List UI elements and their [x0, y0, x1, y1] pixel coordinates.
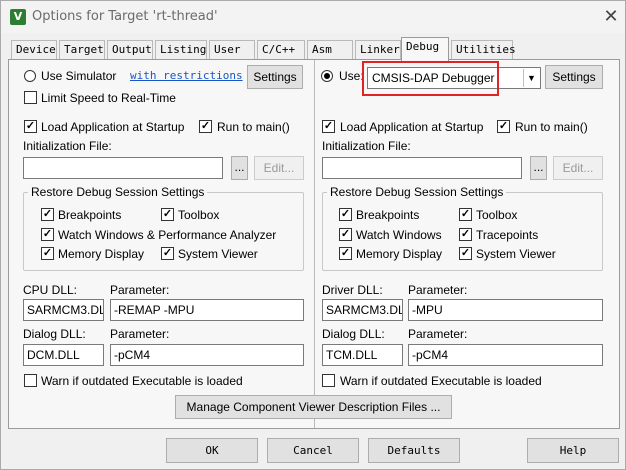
right-toolbox-checkbox[interactable]: ✓ — [459, 208, 472, 221]
left-toolbox-label: Toolbox — [178, 208, 220, 222]
right-watch-checkbox[interactable]: ✓ — [339, 228, 352, 241]
left-init-file-input[interactable] — [23, 157, 223, 179]
right-dialog-dll-input[interactable]: TCM.DLL — [322, 344, 403, 366]
tab-output[interactable]: Output — [107, 40, 153, 60]
limit-speed-label: Limit Speed to Real-Time — [41, 91, 176, 105]
left-warn-label: Warn if outdated Executable is loaded — [41, 374, 243, 388]
left-load-app-label: Load Application at Startup — [41, 120, 185, 134]
cpu-parameter-label: Parameter: — [110, 283, 170, 297]
use-simulator-radio[interactable] — [24, 70, 36, 82]
left-run-to-main-checkbox[interactable]: ✓ — [199, 120, 212, 133]
right-warn-checkbox[interactable] — [322, 374, 335, 387]
right-init-file-input[interactable] — [322, 157, 522, 179]
chevron-down-icon[interactable]: ▼ — [523, 69, 539, 87]
right-restore-group-title: Restore Debug Session Settings — [327, 185, 507, 199]
use-debugger-radio[interactable] — [321, 70, 333, 82]
right-system-viewer-label: System Viewer — [476, 247, 556, 261]
tab-linker[interactable]: Linker — [355, 40, 401, 60]
left-dialog-dll-input[interactable]: DCM.DLL — [23, 344, 104, 366]
right-load-app-checkbox[interactable]: ✓ — [322, 120, 335, 133]
right-toolbox-label: Toolbox — [476, 208, 518, 222]
right-system-viewer-checkbox[interactable]: ✓ — [459, 247, 472, 260]
right-breakpoints-label: Breakpoints — [356, 208, 420, 222]
right-dialog-dll-label: Dialog DLL: — [322, 327, 385, 341]
panel-divider — [314, 60, 315, 428]
right-tracepoints-checkbox[interactable]: ✓ — [459, 228, 472, 241]
tab-c-cpp[interactable]: C/C++ — [257, 40, 305, 60]
title-bar: V Options for Target 'rt-thread' ✕ — [1, 1, 625, 33]
limit-speed-checkbox[interactable] — [24, 91, 37, 104]
keil-app-icon: V — [10, 9, 26, 25]
use-label: Use: — [339, 69, 364, 83]
left-init-file-label: Initialization File: — [23, 139, 112, 153]
left-dialog-parameter-input[interactable]: -pCM4 — [110, 344, 304, 366]
right-dialog-parameter-label: Parameter: — [408, 327, 468, 341]
cpu-dll-label: CPU DLL: — [23, 283, 78, 297]
right-breakpoints-checkbox[interactable]: ✓ — [339, 208, 352, 221]
left-dialog-parameter-label: Parameter: — [110, 327, 170, 341]
cancel-button[interactable]: Cancel — [267, 438, 359, 463]
left-dialog-dll-label: Dialog DLL: — [23, 327, 86, 341]
options-dialog: V Options for Target 'rt-thread' ✕ Devic… — [0, 0, 626, 470]
right-memory-checkbox[interactable]: ✓ — [339, 247, 352, 260]
tab-listing[interactable]: Listing — [155, 40, 207, 60]
left-load-app-checkbox[interactable]: ✓ — [24, 120, 37, 133]
right-dialog-parameter-input[interactable]: -pCM4 — [408, 344, 603, 366]
tab-device[interactable]: Device — [11, 40, 57, 60]
left-browse-button[interactable]: ... — [231, 156, 248, 180]
cpu-dll-input[interactable]: SARMCM3.DLL — [23, 299, 104, 321]
left-restore-group-title: Restore Debug Session Settings — [28, 185, 208, 199]
right-memory-label: Memory Display — [356, 247, 443, 261]
right-edit-button: Edit... — [553, 156, 603, 180]
left-watch-checkbox[interactable]: ✓ — [41, 228, 54, 241]
left-toolbox-checkbox[interactable]: ✓ — [161, 208, 174, 221]
close-icon[interactable]: ✕ — [601, 5, 621, 27]
simulator-settings-button[interactable]: Settings — [247, 65, 303, 89]
left-breakpoints-checkbox[interactable]: ✓ — [41, 208, 54, 221]
cpu-parameter-input[interactable]: -REMAP -MPU — [110, 299, 304, 321]
left-run-to-main-label: Run to main() — [217, 120, 290, 134]
defaults-button[interactable]: Defaults — [368, 438, 460, 463]
right-run-to-main-checkbox[interactable]: ✓ — [497, 120, 510, 133]
left-system-viewer-checkbox[interactable]: ✓ — [161, 247, 174, 260]
tab-utilities[interactable]: Utilities — [451, 40, 516, 60]
right-watch-label: Watch Windows — [356, 228, 442, 242]
left-breakpoints-label: Breakpoints — [58, 208, 122, 222]
debugger-highlight-box — [362, 61, 499, 96]
ok-button[interactable]: OK — [166, 438, 258, 463]
driver-parameter-label: Parameter: — [408, 283, 468, 297]
driver-dll-label: Driver DLL: — [322, 283, 383, 297]
right-load-app-label: Load Application at Startup — [340, 120, 484, 134]
right-init-file-label: Initialization File: — [322, 139, 411, 153]
help-button[interactable]: Help — [527, 438, 619, 463]
left-system-viewer-label: System Viewer — [178, 247, 258, 261]
window-title: Options for Target 'rt-thread' — [32, 9, 218, 24]
right-tracepoints-label: Tracepoints — [476, 228, 539, 242]
left-memory-label: Memory Display — [58, 247, 145, 261]
driver-parameter-input[interactable]: -MPU — [408, 299, 603, 321]
left-edit-button: Edit... — [254, 156, 304, 180]
debugger-settings-button[interactable]: Settings — [545, 65, 603, 89]
tab-asm[interactable]: Asm — [307, 40, 353, 60]
tab-target[interactable]: Target — [59, 40, 105, 60]
right-browse-button[interactable]: ... — [530, 156, 547, 180]
manage-component-viewer-button[interactable]: Manage Component Viewer Description File… — [175, 395, 452, 419]
right-run-to-main-label: Run to main() — [515, 120, 588, 134]
driver-dll-input[interactable]: SARMCM3.DLL — [322, 299, 403, 321]
left-memory-checkbox[interactable]: ✓ — [41, 247, 54, 260]
left-watch-label: Watch Windows & Performance Analyzer — [58, 228, 277, 242]
use-simulator-label: Use Simulator — [41, 69, 117, 83]
with-restrictions-link[interactable]: with restrictions — [130, 69, 243, 82]
tab-debug[interactable]: Debug — [401, 37, 449, 61]
left-warn-checkbox[interactable] — [24, 374, 37, 387]
right-warn-label: Warn if outdated Executable is loaded — [340, 374, 542, 388]
tab-user[interactable]: User — [209, 40, 255, 60]
